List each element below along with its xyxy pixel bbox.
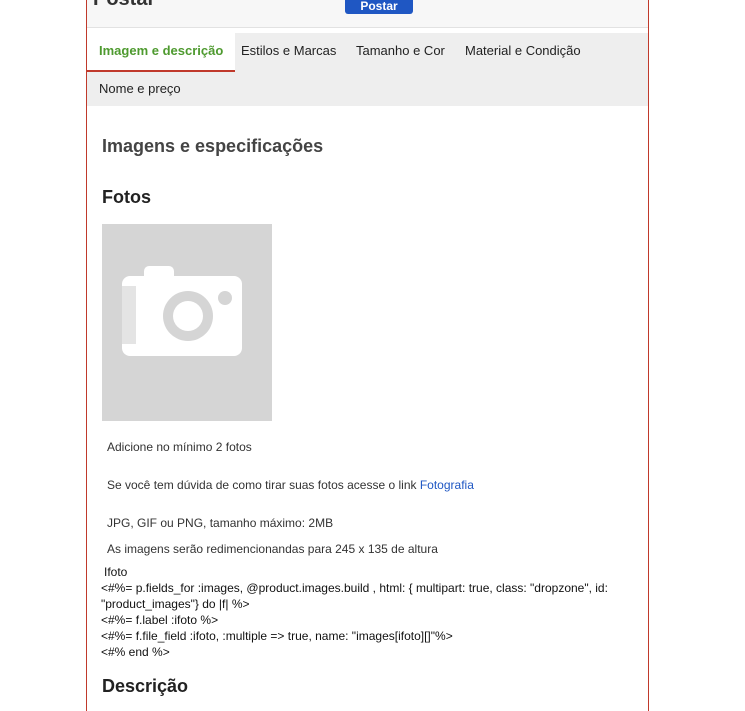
code-line: <#%= f.label :ifoto %> [101,613,219,627]
tab-size-color[interactable]: Tamanho e Cor [344,33,457,70]
top-bar: Postar Postar [87,0,648,28]
tab-bar: Imagem e descrição Estilos e Marcas Tama… [87,33,648,106]
camera-icon [122,266,242,356]
raw-code-block: Ifoto <#%= p.fields_for :images, @produc… [101,564,631,660]
section-title: Imagens e especificações [102,136,324,156]
post-button[interactable]: Postar [345,0,413,14]
code-line: <#% end %> [101,645,170,659]
tab-material-condition[interactable]: Material e Condição [453,33,593,70]
code-line: Ifoto [104,565,128,579]
page-title: Postar [93,0,155,11]
code-line: <#%= f.file_field :ifoto, :multiple => t… [101,629,453,643]
help-text: Se você tem dúvida de como tirar suas fo… [107,478,417,492]
photo-upload-placeholder[interactable] [102,224,272,421]
tab-name-price[interactable]: Nome e preço [87,71,193,108]
resize-note: As imagens serão redimencionandas para 2… [107,542,438,556]
tab-image-description[interactable]: Imagem e descrição [87,33,236,72]
code-line: <#%= p.fields_for :images, @product.imag… [101,581,608,611]
min-photos-text: Adicione no mínimo 2 fotos [107,440,252,454]
description-heading: Descrição [102,676,189,696]
help-text-row: Se você tem dúvida de como tirar suas fo… [107,478,474,492]
form-frame: Postar Postar Imagem e descrição Estilos… [86,0,649,711]
photography-link[interactable]: Fotografia [420,478,474,492]
tab-styles-brands[interactable]: Estilos e Marcas [229,33,348,70]
formats-text: JPG, GIF ou PNG, tamanho máximo: 2MB [107,516,334,530]
photos-heading: Fotos [102,187,151,207]
